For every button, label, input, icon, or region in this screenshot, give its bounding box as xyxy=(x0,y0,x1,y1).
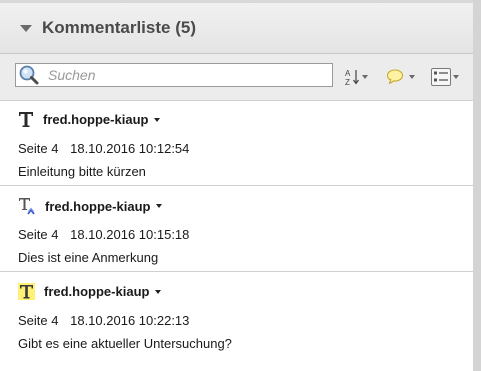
sort-button[interactable]: A Z xyxy=(344,66,368,88)
comment-page: Seite 4 xyxy=(18,227,59,242)
search-input[interactable] xyxy=(48,67,318,83)
comment-author[interactable]: fred.hoppe-kiaup xyxy=(43,112,148,127)
author-dropdown-icon[interactable] xyxy=(156,204,163,208)
comment-author[interactable]: fred.hoppe-kiaup xyxy=(45,199,150,214)
options-dropdown-icon xyxy=(453,75,459,79)
search-box[interactable] xyxy=(15,63,333,87)
comment-page: Seite 4 xyxy=(18,313,59,328)
collapse-arrow-icon[interactable] xyxy=(20,24,32,32)
comment-text: Einleitung bitte kürzen xyxy=(18,164,146,179)
filter-dropdown-icon xyxy=(409,75,415,79)
highlight-text-icon xyxy=(18,283,35,300)
comment-item[interactable]: fred.hoppe-kiaup Seite 4 18.10.2016 10:1… xyxy=(0,101,473,186)
options-button[interactable] xyxy=(431,66,459,88)
svg-text:A: A xyxy=(345,69,351,78)
comment-item[interactable]: fred.hoppe-kiaup Seite 4 18.10.2016 10:1… xyxy=(0,187,473,272)
comment-author[interactable]: fred.hoppe-kiaup xyxy=(44,284,149,299)
text-comment-icon xyxy=(19,112,33,127)
insert-text-icon xyxy=(19,198,35,215)
comment-page: Seite 4 xyxy=(18,141,59,156)
toolbar: A Z xyxy=(0,54,473,101)
author-dropdown-icon[interactable] xyxy=(154,117,161,122)
panel-title: Kommentarliste (5) xyxy=(42,18,196,37)
search-icon xyxy=(19,65,39,85)
comment-datetime: 18.10.2016 10:12:54 xyxy=(70,141,190,156)
comment-filter-button[interactable] xyxy=(386,66,415,88)
author-dropdown-icon[interactable] xyxy=(155,289,162,294)
speech-bubble-icon xyxy=(386,69,404,85)
comment-text: Dies ist eine Anmerkung xyxy=(18,250,159,265)
svg-text:Z: Z xyxy=(345,78,350,87)
comment-datetime: 18.10.2016 10:15:18 xyxy=(70,227,190,242)
sort-az-icon: A Z xyxy=(345,69,359,87)
list-options-icon xyxy=(431,68,451,86)
comment-item[interactable]: fred.hoppe-kiaup Seite 4 18.10.2016 10:2… xyxy=(0,273,473,371)
sort-dropdown-icon xyxy=(362,75,368,79)
comment-text: Gibt es eine aktueller Untersuchung? xyxy=(18,336,232,351)
comment-datetime: 18.10.2016 10:22:13 xyxy=(70,313,190,328)
panel-right-border xyxy=(473,0,481,371)
panel-header[interactable]: Kommentarliste (5) xyxy=(0,3,473,54)
